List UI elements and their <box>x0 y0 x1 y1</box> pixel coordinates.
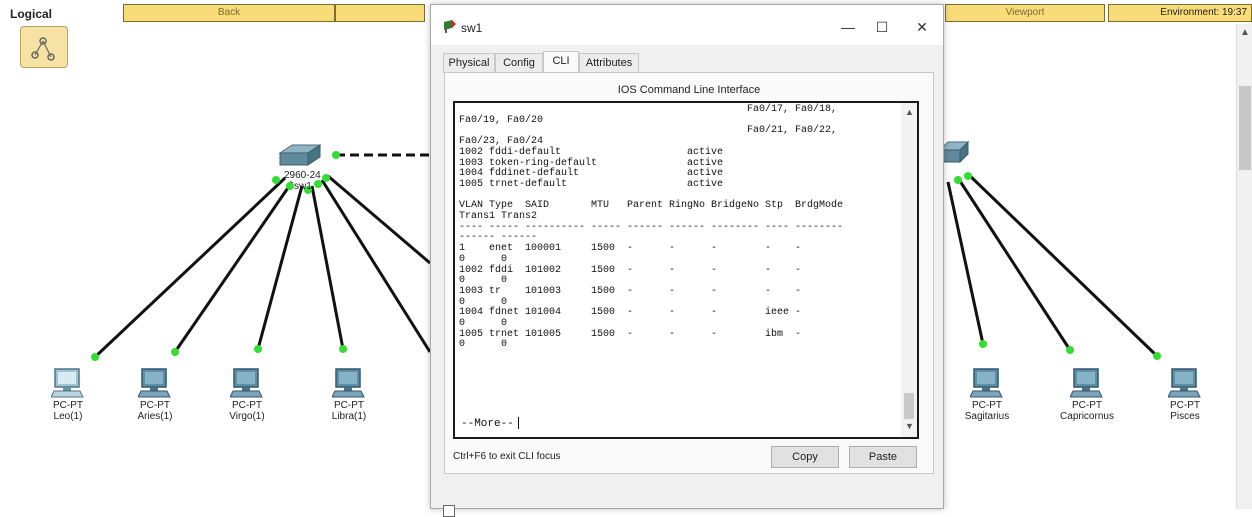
pc-type-label: PC-PT <box>53 400 83 411</box>
pc-virgo[interactable]: PC-PT Virgo(1) <box>212 366 282 422</box>
pc-icon <box>230 368 263 398</box>
cli-scroll-up-icon[interactable]: ▲ <box>905 107 914 117</box>
pc-type-label: PC-PT <box>1072 400 1102 411</box>
pc-name-label: Leo(1) <box>53 411 83 422</box>
port-indicator <box>332 151 340 159</box>
port-indicator <box>979 340 987 348</box>
cli-output-text: Fa0/17, Fa0/18, Fa0/19, Fa0/20 Fa0/21, Fa… <box>459 104 843 351</box>
device-dialog-sw1: sw1 — ☐ ✕ Physical Config CLI Attributes… <box>430 4 944 517</box>
pc-name-label: Sagitarius <box>964 411 1010 422</box>
port-indicator <box>91 353 99 361</box>
pc-libra[interactable]: PC-PT Libra(1) <box>314 366 384 422</box>
pc-icon <box>1070 368 1103 398</box>
pc-icon <box>1168 368 1201 398</box>
cli-line: 0 0 <box>459 253 508 265</box>
cli-line: 1 enet 100001 1500 - - - - - <box>459 243 802 255</box>
top-checkbox[interactable] <box>443 505 455 517</box>
cli-line: 1003 tr 101003 1500 - - - - - <box>459 285 802 297</box>
panel-title: IOS Command Line Interface <box>617 84 761 96</box>
pc-type-label: PC-PT <box>1170 400 1200 411</box>
pc-name-label: Capricornus <box>1060 411 1114 422</box>
pc-capricornus[interactable]: PC-PT Capricornus <box>1052 366 1122 422</box>
close-button[interactable]: ✕ <box>907 15 937 39</box>
port-indicator <box>314 180 322 188</box>
link-sw2-pisces <box>966 172 1159 358</box>
link-sw1-hidden-2 <box>327 174 431 265</box>
switch-model-label: 2960-24 <box>284 170 321 181</box>
tab-physical[interactable]: Physical <box>443 53 495 73</box>
tab-attributes[interactable]: Attributes <box>579 53 639 73</box>
pc-icon <box>138 368 171 398</box>
pc-icon <box>51 368 84 398</box>
dialog-title: sw1 <box>461 21 483 35</box>
port-indicator <box>1153 352 1161 360</box>
link-sw1-libra <box>310 185 345 350</box>
tab-config[interactable]: Config <box>495 53 543 73</box>
port-indicator <box>1066 346 1074 354</box>
port-indicator <box>322 174 330 182</box>
port-indicator <box>272 176 280 184</box>
maximize-button[interactable]: ☐ <box>867 15 897 39</box>
pc-name-label: Virgo(1) <box>229 411 265 422</box>
paste-button[interactable]: Paste <box>849 446 917 468</box>
pc-name-label: Pisces <box>1170 411 1200 422</box>
pc-aries[interactable]: PC-PT Aries(1) <box>120 366 190 422</box>
port-indicator <box>286 182 294 190</box>
cli-terminal[interactable]: Fa0/17, Fa0/18, Fa0/19, Fa0/20 Fa0/21, Fa… <box>453 101 919 439</box>
copy-button[interactable]: Copy <box>771 446 839 468</box>
workspace-vertical-scrollbar[interactable]: ▲ <box>1236 24 1252 509</box>
cli-line: 1005 trnet 101005 1500 - - - ibm - <box>459 328 802 340</box>
link-sw2-capricornus <box>956 177 1072 351</box>
scrollbar-thumb[interactable] <box>1239 86 1251 170</box>
pc-icon <box>970 368 1003 398</box>
cli-line: 1004 fdnet 101004 1500 - - - ieee - <box>459 307 802 319</box>
pc-type-label: PC-PT <box>972 400 1002 411</box>
scroll-up-arrow-icon[interactable]: ▲ <box>1240 27 1250 38</box>
pc-name-label: Libra(1) <box>331 411 367 422</box>
cli-scrollbar[interactable]: ▲ ▼ <box>901 103 917 437</box>
cli-line: 0 0 <box>459 339 508 351</box>
cli-line: 1002 fddi 101002 1500 - - - - - <box>459 264 802 276</box>
minimize-button[interactable]: — <box>833 15 863 39</box>
port-indicator <box>254 345 262 353</box>
port-indicator <box>339 345 347 353</box>
pc-sagitarius[interactable]: PC-PT Sagitarius <box>952 366 1022 422</box>
pc-leo[interactable]: PC-PT Leo(1) <box>33 366 103 422</box>
pc-name-label: Aries(1) <box>137 411 173 422</box>
link-sw1-virgo <box>256 185 304 350</box>
cli-scrollbar-thumb[interactable] <box>904 393 914 419</box>
pc-type-label: PC-PT <box>232 400 262 411</box>
pc-pisces[interactable]: PC-PT Pisces <box>1150 366 1220 422</box>
cli-line: 1002 fddi-default active <box>459 146 724 158</box>
switch-sw2-icon[interactable] <box>938 140 970 174</box>
cli-focus-hint: Ctrl+F6 to exit CLI focus <box>453 451 561 462</box>
text-cursor <box>517 417 519 429</box>
cli-line: 1005 trnet-default active <box>459 178 724 190</box>
port-indicator <box>954 176 962 184</box>
pc-icon <box>332 368 365 398</box>
switch-name-label: sw1 <box>294 181 312 192</box>
cli-more-prompt: --More-- <box>461 417 519 430</box>
pc-type-label: PC-PT <box>140 400 170 411</box>
dialog-titlebar[interactable]: sw1 — ☐ ✕ <box>431 5 943 45</box>
packet-tracer-app-icon <box>444 20 456 33</box>
pc-type-label: PC-PT <box>334 400 364 411</box>
more-prompt-text: --More-- <box>461 417 514 430</box>
port-indicator <box>171 348 179 356</box>
cli-scroll-down-icon[interactable]: ▼ <box>905 421 914 431</box>
tab-cli[interactable]: CLI <box>543 51 579 74</box>
